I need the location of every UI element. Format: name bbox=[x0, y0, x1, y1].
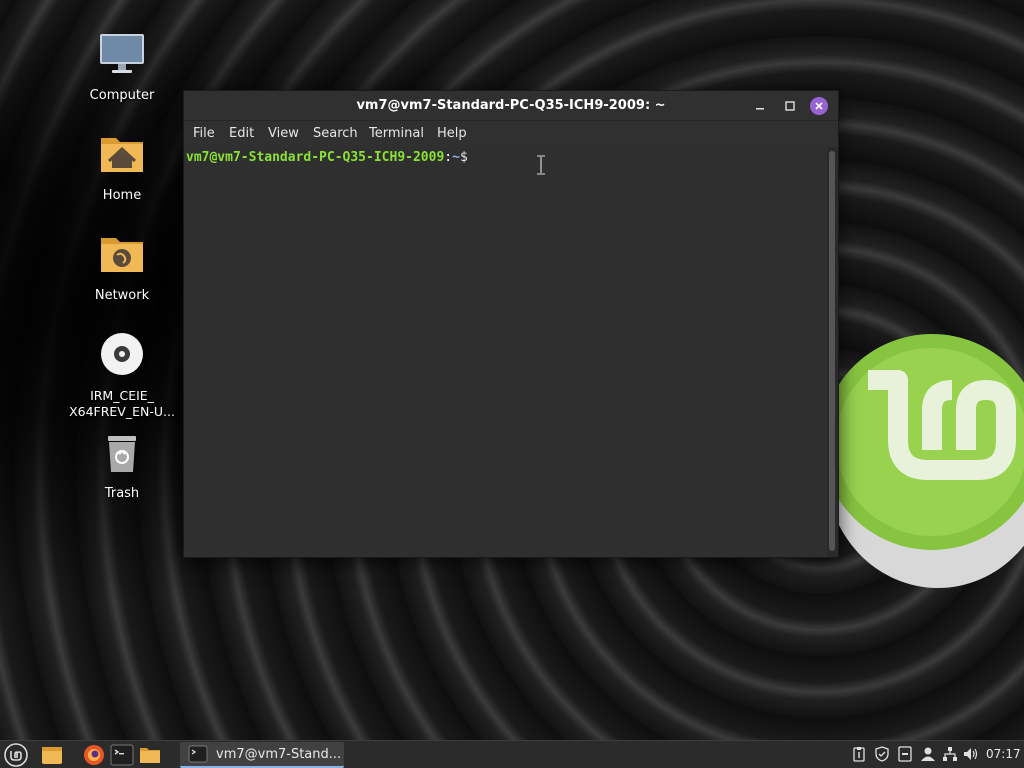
menu-view[interactable]: View bbox=[268, 126, 299, 141]
terminal-window[interactable]: vm7@vm7-Standard-PC-Q35-ICH9-2009: ~ Fil… bbox=[183, 90, 839, 558]
network-folder-icon bbox=[101, 238, 143, 272]
taskbar-window-label: vm7@vm7-Stand... bbox=[216, 747, 340, 762]
close-icon[interactable] bbox=[810, 97, 828, 115]
terminal-scrollbar[interactable] bbox=[827, 147, 838, 557]
terminal-icon bbox=[188, 745, 208, 763]
desktop-icon-label: Home bbox=[102, 188, 142, 203]
desktop-icon-computer[interactable]: Computer bbox=[62, 30, 182, 104]
desktop-icon-label: Computer bbox=[89, 88, 155, 103]
terminal-prompt: vm7@vm7-Standard-PC-Q35-ICH9-2009:~$ bbox=[186, 150, 468, 165]
window-titlebar[interactable]: vm7@vm7-Standard-PC-Q35-ICH9-2009: ~ bbox=[184, 91, 838, 121]
volume-icon[interactable] bbox=[963, 746, 979, 762]
network-icon[interactable] bbox=[942, 746, 958, 762]
taskbar: vm7@vm7-Stand... 07:17 bbox=[0, 740, 1024, 768]
mint-menu-icon[interactable] bbox=[4, 743, 28, 767]
menu-terminal[interactable]: Terminal bbox=[369, 126, 424, 141]
terminal-menubar: File Edit View Search Terminal Help bbox=[184, 121, 838, 147]
desktop-icon-trash[interactable]: Trash bbox=[62, 428, 182, 502]
desktop-icon-disc[interactable]: IRM_CEIE_ X64FREV_EN-U... bbox=[62, 330, 182, 420]
maximize-icon[interactable] bbox=[781, 97, 799, 115]
computer-icon bbox=[100, 34, 144, 73]
prompt-path: ~ bbox=[452, 150, 460, 165]
trash-icon bbox=[108, 436, 136, 472]
clock[interactable]: 07:17 bbox=[986, 747, 1021, 761]
update-manager-icon[interactable] bbox=[897, 746, 913, 762]
terminal-icon[interactable] bbox=[110, 743, 134, 767]
scrollbar-thumb[interactable] bbox=[829, 151, 835, 551]
desktop-icon-network[interactable]: Network bbox=[62, 230, 182, 304]
terminal-output-area[interactable]: vm7@vm7-Standard-PC-Q35-ICH9-2009:~$ bbox=[184, 147, 827, 557]
desktop-icon-label: Network bbox=[94, 288, 150, 303]
text-cursor-icon bbox=[537, 155, 545, 175]
shield-icon[interactable] bbox=[874, 746, 890, 762]
menu-search[interactable]: Search bbox=[313, 126, 358, 141]
menu-file[interactable]: File bbox=[193, 126, 215, 141]
desktop-icon-label: Trash bbox=[104, 486, 140, 501]
prompt-user-host: vm7@vm7-Standard-PC-Q35-ICH9-2009 bbox=[186, 150, 445, 165]
menu-edit[interactable]: Edit bbox=[229, 126, 254, 141]
firefox-icon[interactable] bbox=[82, 743, 106, 767]
home-folder-icon bbox=[101, 138, 143, 172]
files-icon[interactable] bbox=[138, 743, 162, 767]
user-icon[interactable] bbox=[920, 746, 936, 762]
optical-disc-icon bbox=[101, 333, 143, 375]
desktop-icon-home[interactable]: Home bbox=[62, 130, 182, 204]
linux-mint-logo bbox=[828, 334, 1024, 588]
desktop-icon-label: IRM_CEIE_ X64FREV_EN-U... bbox=[69, 388, 175, 419]
clipboard-icon[interactable] bbox=[851, 746, 867, 762]
prompt-symbol: $ bbox=[459, 150, 468, 165]
show-desktop-icon[interactable] bbox=[40, 743, 64, 767]
minimize-icon[interactable] bbox=[751, 97, 769, 115]
prompt-separator: : bbox=[444, 150, 453, 165]
taskbar-window-terminal[interactable]: vm7@vm7-Stand... bbox=[180, 742, 344, 768]
menu-help[interactable]: Help bbox=[437, 126, 467, 141]
window-title: vm7@vm7-Standard-PC-Q35-ICH9-2009: ~ bbox=[356, 98, 666, 113]
